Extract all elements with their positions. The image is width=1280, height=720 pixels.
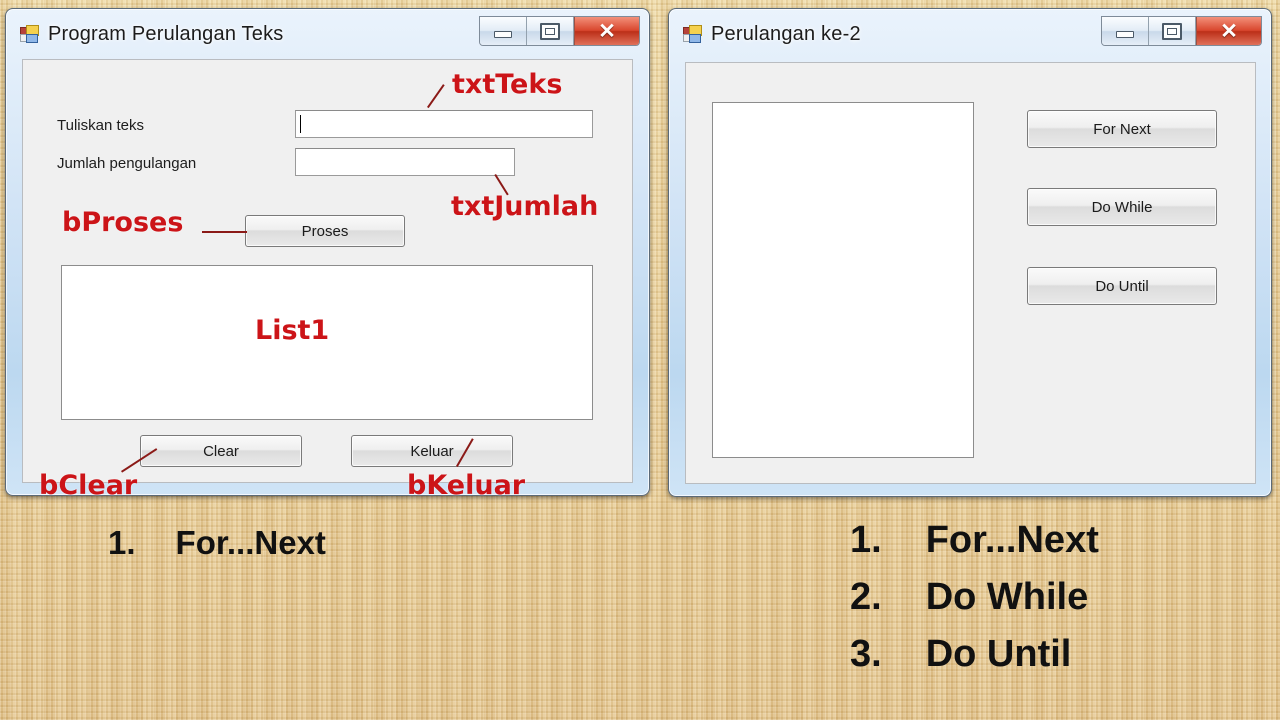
form-client-area-left: Tuliskan teks Jumlah pengulangan Proses … <box>22 59 633 483</box>
proses-button[interactable]: Proses <box>245 215 405 247</box>
window-program-perulangan-teks[interactable]: Program Perulangan Teks ✕ Tuliskan teks … <box>5 8 650 501</box>
list-item-number: 1. <box>850 519 882 561</box>
list-item: 2. Do While <box>850 569 1099 626</box>
close-icon: ✕ <box>1220 19 1238 43</box>
annotation-list1: List1 <box>255 315 330 346</box>
do-while-button[interactable]: Do While <box>1027 188 1217 226</box>
list-item: 1. For...Next <box>108 524 326 562</box>
minimize-button[interactable] <box>1102 17 1149 45</box>
close-button[interactable]: ✕ <box>574 17 639 45</box>
do-until-button[interactable]: Do Until <box>1027 267 1217 305</box>
proses-button-label: Proses <box>301 222 349 240</box>
clear-button[interactable]: Clear <box>140 435 302 467</box>
output-listbox[interactable] <box>712 102 974 458</box>
list-item-number: 3. <box>850 633 882 675</box>
annotation-bProses: bProses <box>62 207 184 238</box>
list-item-label: Do While <box>925 576 1089 618</box>
leader-bProses <box>202 231 247 233</box>
list-item-label: For...Next <box>925 519 1099 561</box>
txtJumlah-input[interactable] <box>295 148 515 176</box>
window-controls-right[interactable]: ✕ <box>1101 16 1262 46</box>
maximize-icon <box>540 22 560 40</box>
do-while-button-label: Do While <box>1091 198 1153 216</box>
window-controls-left[interactable]: ✕ <box>479 16 640 46</box>
bottom-list-left: 1. For...Next <box>108 524 326 562</box>
list-item-number: 1. <box>108 524 136 561</box>
window-perulangan-ke-2[interactable]: Perulangan ke-2 ✕ For Next Do While Do U… <box>668 8 1272 497</box>
clear-button-label: Clear <box>203 442 239 460</box>
list-item-label: For...Next <box>175 524 326 561</box>
window-title-right: Perulangan ke-2 <box>711 22 861 45</box>
text-caret <box>300 115 301 133</box>
for-next-button[interactable]: For Next <box>1027 110 1217 148</box>
annotation-bClear: bClear <box>39 470 138 501</box>
titlebar-right[interactable]: Perulangan ke-2 ✕ <box>672 12 1268 56</box>
close-icon: ✕ <box>598 19 616 43</box>
annotation-txtJumlah: txtJumlah <box>451 191 599 222</box>
bottom-list-right: 1. For...Next 2. Do While 3. Do Until <box>850 512 1099 683</box>
label-tuliskan-teks: Tuliskan teks <box>57 117 144 134</box>
minimize-icon <box>494 31 512 38</box>
minimize-button[interactable] <box>480 17 527 45</box>
titlebar-left[interactable]: Program Perulangan Teks ✕ <box>9 12 646 56</box>
do-until-button-label: Do Until <box>1095 277 1149 295</box>
list-item-number: 2. <box>850 576 882 618</box>
vb-form-icon <box>683 25 702 43</box>
maximize-icon <box>1162 22 1182 40</box>
list-item: 1. For...Next <box>850 512 1099 569</box>
keluar-button-label: Keluar <box>410 442 454 460</box>
keluar-button[interactable]: Keluar <box>351 435 513 467</box>
txtTeks-input[interactable] <box>295 110 593 138</box>
list-item-label: Do Until <box>925 633 1072 675</box>
window-title-left: Program Perulangan Teks <box>48 22 284 45</box>
minimize-icon <box>1116 31 1134 38</box>
annotation-txtTeks: txtTeks <box>452 69 563 100</box>
annotation-bKeluar: bKeluar <box>407 470 526 501</box>
list-item: 3. Do Until <box>850 626 1099 683</box>
close-button[interactable]: ✕ <box>1196 17 1261 45</box>
label-jumlah-pengulangan: Jumlah pengulangan <box>57 155 197 172</box>
maximize-button[interactable] <box>527 17 574 45</box>
for-next-button-label: For Next <box>1093 120 1151 138</box>
form-client-area-right: For Next Do While Do Until <box>685 62 1256 484</box>
vb-form-icon <box>20 25 39 43</box>
maximize-button[interactable] <box>1149 17 1196 45</box>
